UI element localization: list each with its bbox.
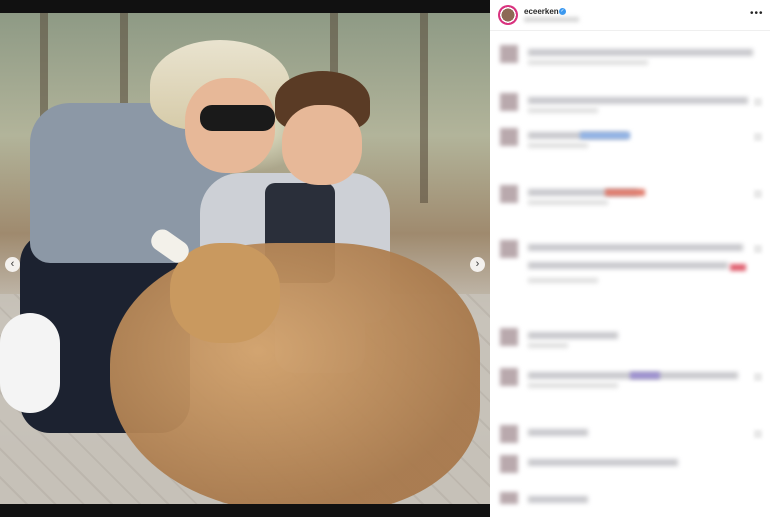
like-heart-icon[interactable] xyxy=(754,430,762,438)
comment-text-blurred xyxy=(528,49,753,56)
commenter-avatar[interactable] xyxy=(500,240,518,258)
comment-text-blurred xyxy=(528,97,748,104)
commenter-avatar[interactable] xyxy=(500,492,518,504)
comment-meta-blurred xyxy=(528,343,568,348)
comment-meta-blurred xyxy=(528,143,588,148)
lion-cub-head xyxy=(170,243,280,343)
comment-item xyxy=(500,492,760,514)
like-heart-icon[interactable] xyxy=(754,373,762,381)
comment-item xyxy=(500,240,762,283)
verified-badge-icon: ✓ xyxy=(559,8,566,15)
comment-text-blurred xyxy=(528,332,618,339)
comment-emoji-blurred xyxy=(730,264,746,271)
comment-item xyxy=(500,45,760,67)
sunglasses xyxy=(200,105,275,131)
comment-text-blurred xyxy=(528,429,588,436)
comment-text-blurred xyxy=(528,496,588,503)
comment-item xyxy=(500,368,762,390)
commenter-avatar[interactable] xyxy=(500,128,518,146)
post-sidebar: eceerken ✓ ••• xyxy=(490,0,770,517)
comment-meta-blurred xyxy=(528,200,608,205)
comment-item xyxy=(500,93,762,115)
post-photo[interactable]: ‹ › xyxy=(0,13,490,504)
more-horizontal-icon[interactable]: ••• xyxy=(750,8,764,19)
avatar[interactable] xyxy=(498,5,518,25)
comment-emoji-blurred xyxy=(630,372,660,379)
username[interactable]: eceerken xyxy=(524,7,559,16)
comment-item xyxy=(500,328,760,350)
comment-mention-blurred xyxy=(580,132,630,139)
commenter-avatar[interactable] xyxy=(500,45,518,63)
comment-meta-blurred xyxy=(528,383,618,388)
comment-meta-blurred xyxy=(528,60,648,65)
comment-text-blurred xyxy=(528,262,728,269)
comment-text-blurred xyxy=(528,244,743,251)
comment-item xyxy=(500,185,762,207)
chevron-right-icon[interactable]: › xyxy=(470,257,485,272)
location-line-blurred xyxy=(524,17,579,22)
like-heart-icon[interactable] xyxy=(754,190,762,198)
commenter-avatar[interactable] xyxy=(500,185,518,203)
commenter-avatar[interactable] xyxy=(500,455,518,473)
chevron-left-icon[interactable]: ‹ xyxy=(5,257,20,272)
like-heart-icon[interactable] xyxy=(754,98,762,106)
post-header: eceerken ✓ ••• xyxy=(490,0,770,31)
commenter-avatar[interactable] xyxy=(500,368,518,386)
like-heart-icon[interactable] xyxy=(754,133,762,141)
commenter-avatar[interactable] xyxy=(500,328,518,346)
lion-cub xyxy=(110,243,480,504)
screenshot-frame: ‹ › eceerken ✓ ••• xyxy=(0,0,770,517)
commenter-avatar[interactable] xyxy=(500,425,518,443)
boy-face xyxy=(282,105,362,185)
commenter-avatar[interactable] xyxy=(500,93,518,111)
comment-meta-blurred xyxy=(528,278,598,283)
background-tree xyxy=(420,13,428,203)
comment-item xyxy=(500,425,762,447)
white-sneaker xyxy=(0,313,60,413)
comment-meta-blurred xyxy=(528,108,598,113)
comment-emoji-blurred xyxy=(605,189,645,196)
like-heart-icon[interactable] xyxy=(754,245,762,253)
comment-text-blurred xyxy=(528,459,678,466)
comment-item xyxy=(500,128,762,150)
comment-item xyxy=(500,455,760,477)
